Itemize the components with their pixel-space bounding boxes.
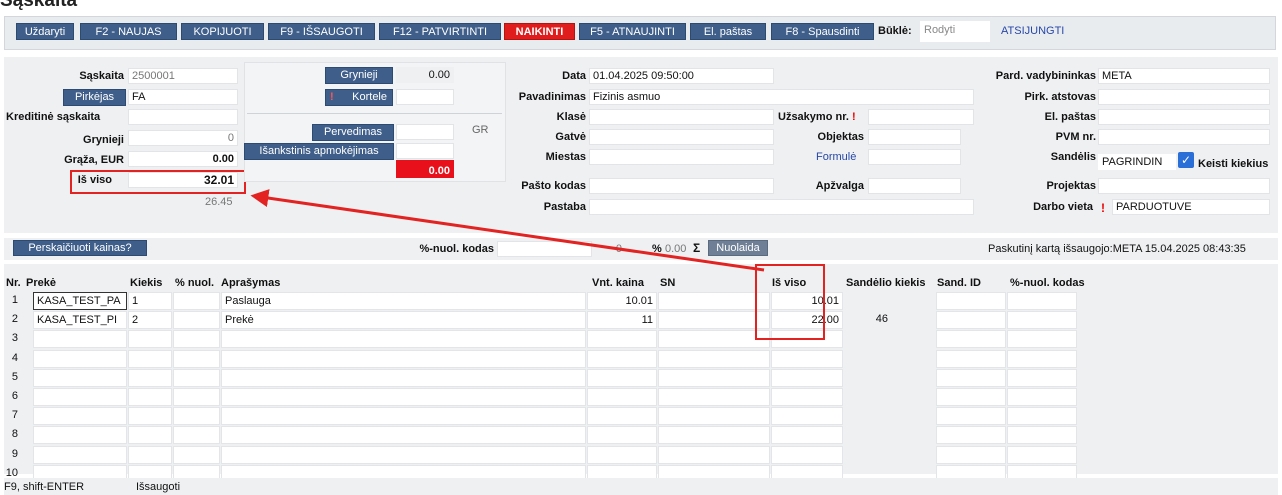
footer-shortcut: F9, shift-ENTER: [4, 481, 85, 493]
arrow-line: [250, 189, 765, 272]
footer-action[interactable]: Išsaugoti: [136, 481, 180, 493]
annotation-arrow: [250, 189, 765, 272]
footer-bar: [4, 478, 1278, 495]
